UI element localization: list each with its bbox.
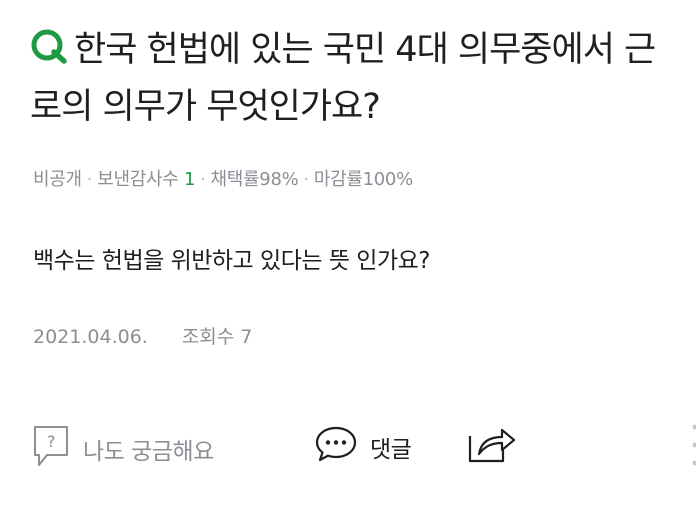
- q-badge-icon: [30, 27, 68, 81]
- comment-label: 댓글: [370, 437, 412, 463]
- comment-bubble-icon: [314, 424, 358, 470]
- meta-separator: ·: [303, 169, 309, 190]
- privacy-label: 비공개: [33, 169, 82, 190]
- meta-separator: ·: [86, 169, 93, 190]
- question-bubble-icon: ?: [33, 424, 71, 474]
- adoption-rate: 채택률98%: [210, 169, 299, 190]
- question-title: 한국 헌법에 있는 국민 4대 의무중에서 근로의 의무가 무엇인가요?: [30, 24, 680, 134]
- meta-separator: ·: [200, 169, 206, 190]
- curious-label: 나도 궁금해요: [83, 439, 214, 465]
- close-rate: 마감률100%: [313, 169, 413, 190]
- more-options-icon[interactable]: [690, 421, 696, 473]
- curious-button[interactable]: ? 나도 궁금해요: [33, 424, 214, 474]
- post-info: 2021.04.06. 조회수 7: [33, 322, 252, 349]
- thanks-count: 1: [183, 169, 196, 190]
- post-date: 2021.04.06.: [33, 326, 148, 348]
- question-body: 백수는 헌법을 위반하고 있다는 뜻 인가요?: [33, 248, 430, 274]
- comment-button[interactable]: 댓글: [314, 424, 412, 470]
- share-button[interactable]: [467, 424, 529, 470]
- question-meta: 비공개 · 보낸감사수 1 · 채택률98% · 마감률100%: [33, 165, 413, 191]
- question-title-text: 한국 헌법에 있는 국민 4대 의무중에서 근로의 의무가 무엇인가요?: [30, 30, 656, 127]
- share-icon: [467, 424, 517, 470]
- view-count: 조회수 7: [181, 326, 253, 348]
- svg-text:?: ?: [47, 432, 55, 451]
- thanks-label: 보낸감사수: [97, 169, 179, 190]
